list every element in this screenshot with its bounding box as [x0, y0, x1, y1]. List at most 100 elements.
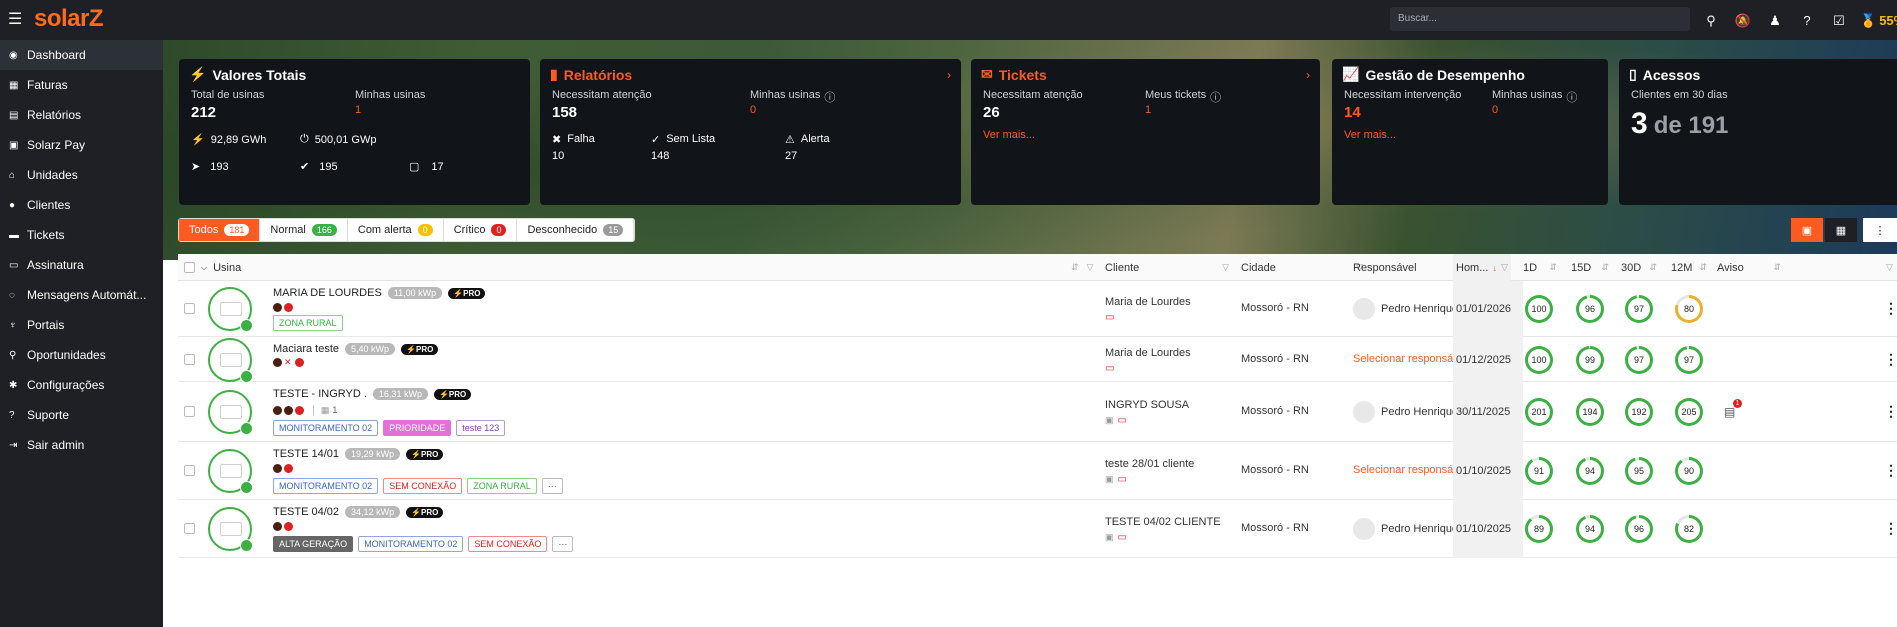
sem-lista-label[interactable]: Sem Lista [666, 133, 715, 146]
performance-ring[interactable]: 100 [1525, 345, 1553, 374]
app-logo[interactable]: solarZ [34, 5, 104, 33]
sidebar-item-relat-rios[interactable]: ▤ Relatórios [0, 100, 163, 130]
plant-tag[interactable]: ··· [552, 536, 574, 552]
plant-status-avatar[interactable] [208, 507, 253, 552]
table-row[interactable]: TESTE 14/01 19,29 kWp ⚡PRO MONITORAMENTO 02… [178, 442, 1897, 500]
col-cidade[interactable]: Cidade [1241, 262, 1276, 274]
sort-icon[interactable]: ⇵ [1601, 262, 1609, 273]
performance-ring[interactable]: 89 [1525, 515, 1553, 543]
filter-icon[interactable]: ▽ [1886, 254, 1893, 281]
table-row[interactable]: TESTE - INGRYD . 16,31 kWp ⚡PRO | ▦ 1 MONITORA… [178, 382, 1897, 442]
performance-ring[interactable]: 201 [1525, 398, 1553, 426]
filter-tab-normal[interactable]: Normal 166 [260, 219, 348, 241]
col-homologacao[interactable]: Hom... [1456, 262, 1488, 274]
filter-tab-desconhecido[interactable]: Desconhecido 15 [517, 219, 635, 241]
sort-icon[interactable]: ⇵ [1773, 262, 1781, 273]
performance-ring[interactable]: 194 [1576, 398, 1604, 426]
plant-tag[interactable]: MONITORAMENTO 02 [273, 478, 379, 494]
notifications-off-icon[interactable]: 🔕 [1732, 10, 1754, 32]
sort-icon[interactable]: ⇵ [1699, 262, 1707, 273]
chevron-down-icon[interactable]: ⌵ [201, 263, 207, 273]
col-15d[interactable]: 15D [1571, 262, 1591, 274]
minhas-usinas-value[interactable]: 0 [1492, 104, 1498, 116]
performance-ring[interactable]: 99 [1576, 345, 1604, 374]
row-actions-icon[interactable]: ⋮ [1884, 351, 1897, 368]
select-all-checkbox[interactable] [184, 262, 195, 273]
info-icon[interactable]: ⓘ [1566, 89, 1577, 105]
plant-tag[interactable]: ··· [541, 478, 563, 494]
performance-ring[interactable]: 100 [1525, 295, 1553, 323]
col-usina[interactable]: Usina [213, 262, 241, 274]
plant-tag[interactable]: teste 123 [456, 420, 506, 436]
row-checkbox[interactable] [184, 303, 195, 314]
plant-name[interactable]: TESTE 14/01 [273, 448, 339, 460]
sort-icon[interactable]: ⇵ [1649, 262, 1657, 273]
filter-tab-cr-tico[interactable]: Crítico 0 [444, 219, 518, 241]
building-view-button[interactable]: ▦ [1825, 218, 1857, 242]
filter-icon[interactable]: ▽ [1087, 262, 1094, 273]
performance-ring[interactable]: 192 [1625, 398, 1653, 426]
col-12m[interactable]: 12M [1671, 262, 1692, 274]
client-name[interactable]: teste 28/01 cliente [1105, 458, 1194, 470]
performance-ring[interactable]: 97 [1675, 345, 1703, 374]
row-actions-icon[interactable]: ⋮ [1884, 520, 1897, 537]
ver-mais-link[interactable]: Ver mais... [983, 129, 1035, 141]
plant-tag[interactable]: ALTA GERAÇÃO [273, 536, 354, 552]
chevron-right-icon[interactable]: › [1306, 68, 1310, 82]
sidebar-item-sair-admin[interactable]: ⇥ Sair admin [0, 430, 163, 460]
plant-status-avatar[interactable] [208, 390, 253, 435]
minhas-usinas-value[interactable]: 0 [750, 104, 756, 116]
hamburger-menu-icon[interactable]: ☰ [8, 11, 26, 29]
col-1d[interactable]: 1D [1523, 262, 1537, 274]
table-row[interactable]: Maciara teste 5,40 kWp ⚡PRO ✕ Maria de Lourd… [178, 337, 1897, 383]
info-icon[interactable]: ⓘ [824, 89, 835, 105]
plant-tag[interactable]: MONITORAMENTO 02 [273, 420, 379, 436]
sidebar-item-tickets[interactable]: ▬ Tickets [0, 220, 163, 250]
performance-ring[interactable]: 97 [1625, 345, 1653, 374]
search-icon[interactable]: ⚲ [1700, 10, 1722, 32]
performance-ring[interactable]: 96 [1576, 295, 1604, 323]
meus-tickets-value[interactable]: 1 [1145, 104, 1151, 116]
plant-status-avatar[interactable] [208, 337, 253, 383]
plant-name[interactable]: TESTE 04/02 [273, 506, 339, 518]
row-checkbox[interactable] [184, 465, 195, 476]
select-responsible-link[interactable]: Selecionar responsável [1353, 464, 1467, 476]
plant-name[interactable]: TESTE - INGRYD . [273, 388, 367, 400]
sidebar-item-configura-es[interactable]: ✱ Configurações [0, 370, 163, 400]
help-icon[interactable]: ? [1796, 10, 1818, 32]
table-row[interactable]: TESTE 04/02 34,12 kWp ⚡PRO ALTA GERAÇÃO MONI… [178, 500, 1897, 558]
col-cliente[interactable]: Cliente [1105, 262, 1139, 274]
message-icon[interactable]: ▭ [1118, 474, 1127, 485]
user-admin-icon[interactable]: ♟ [1764, 10, 1786, 32]
message-icon[interactable]: ▭ [1118, 415, 1127, 426]
sidebar-item-oportunidades[interactable]: ⚲ Oportunidades [0, 340, 163, 370]
message-icon[interactable]: ▭ [1105, 312, 1114, 323]
performance-ring[interactable]: 91 [1525, 457, 1553, 485]
row-actions-icon[interactable]: ⋮ [1884, 462, 1897, 479]
performance-ring[interactable]: 95 [1625, 457, 1653, 485]
sidebar-item-portais[interactable]: ♆ Portais [0, 310, 163, 340]
performance-ring[interactable]: 96 [1625, 515, 1653, 543]
card-tickets[interactable]: ✉ Tickets › Necessitam atenção 26 Meus ti… [971, 59, 1320, 205]
score-badge[interactable]: 🏅55% [1860, 13, 1897, 29]
table-row[interactable]: MARIA DE LOURDES 11,00 kWp ⚡PRO ZONA RURAL M… [178, 281, 1897, 337]
select-responsible-link[interactable]: Selecionar responsável [1353, 353, 1467, 365]
warning-message-icon[interactable]: ▤ [1724, 405, 1735, 419]
responsible-name[interactable]: Pedro Henrique [1381, 303, 1458, 315]
sidebar-item-mensagens-autom-t[interactable]: ◌ Mensagens Automát... [0, 280, 163, 310]
client-name[interactable]: INGRYD SOUSA [1105, 399, 1189, 411]
sidebar-item-assinatura[interactable]: ▭ Assinatura [0, 250, 163, 280]
row-actions-icon[interactable]: ⋮ [1884, 403, 1897, 420]
performance-ring[interactable]: 97 [1625, 295, 1653, 323]
sidebar-item-faturas[interactable]: ▦ Faturas [0, 70, 163, 100]
checklist-icon[interactable]: ☑ [1828, 10, 1850, 32]
filter-tab-com-alerta[interactable]: Com alerta 0 [348, 219, 444, 241]
message-icon[interactable]: ▭ [1105, 363, 1114, 374]
performance-ring[interactable]: 205 [1675, 398, 1703, 426]
performance-ring[interactable]: 94 [1576, 457, 1604, 485]
filter-tab-todos[interactable]: Todos 181 [179, 219, 261, 241]
plant-tag[interactable]: ZONA RURAL [273, 315, 343, 331]
plant-tag[interactable]: MONITORAMENTO 02 [358, 536, 464, 552]
sidebar-item-suporte[interactable]: ? Suporte [0, 400, 163, 430]
sidebar-item-solarz-pay[interactable]: ▣ Solarz Pay [0, 130, 163, 160]
